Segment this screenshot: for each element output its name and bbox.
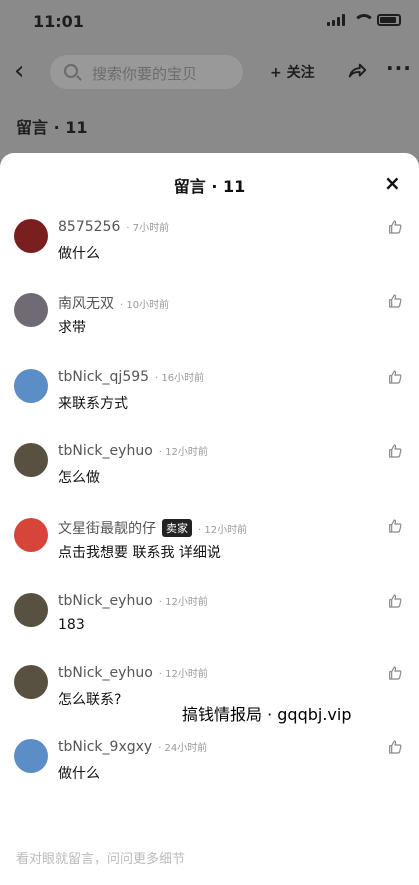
- comment-item[interactable]: tbNick_9xgxy · 24小时前做什么: [0, 739, 419, 809]
- comment-item[interactable]: 文星街最靓的仔 卖家 · 12小时前点击我想要 联系我 详细说: [0, 518, 419, 588]
- back-arrow-icon[interactable]: ‹: [14, 58, 24, 84]
- comment-item[interactable]: tbNick_eyhuo · 12小时前 183: [0, 593, 419, 663]
- avatar[interactable]: [14, 665, 48, 699]
- comment-time: · 7小时前: [126, 223, 170, 234]
- comment-text: 怎么做: [58, 470, 100, 486]
- like-icon[interactable]: [387, 739, 403, 755]
- comment-time: · 16小时前: [155, 373, 205, 384]
- comment-author[interactable]: tbNick_eyhuo · 12小时前: [58, 665, 208, 681]
- comment-time: · 12小时前: [198, 525, 248, 536]
- status-time: 11:01: [33, 12, 84, 31]
- seller-badge: 卖家: [162, 519, 192, 537]
- comment-item[interactable]: 南风无双 · 10小时前求带: [0, 293, 419, 363]
- avatar[interactable]: [14, 369, 48, 403]
- comment-item[interactable]: 8575256 · 7小时前做什么: [0, 219, 419, 289]
- like-icon[interactable]: [387, 369, 403, 385]
- comment-text: 做什么: [58, 246, 100, 262]
- comment-author[interactable]: 8575256 · 7小时前: [58, 219, 169, 235]
- comment-author[interactable]: tbNick_eyhuo · 12小时前: [58, 593, 208, 609]
- author-name[interactable]: 南风无双: [58, 296, 114, 312]
- comment-time: · 24小时前: [158, 743, 208, 754]
- wifi-icon: [353, 14, 375, 26]
- author-name[interactable]: 文星街最靓的仔: [58, 521, 156, 537]
- avatar[interactable]: [14, 518, 48, 552]
- comment-time: · 12小时前: [158, 447, 208, 458]
- comment-item[interactable]: tbNick_eyhuo · 12小时前怎么做: [0, 443, 419, 513]
- like-icon[interactable]: [387, 293, 403, 309]
- sheet-title: 留言 · 11: [173, 177, 246, 196]
- avatar[interactable]: [14, 593, 48, 627]
- status-icons: [327, 14, 401, 26]
- comment-time: · 12小时前: [158, 597, 208, 608]
- battery-icon: [377, 14, 401, 26]
- author-name[interactable]: tbNick_qj595: [58, 369, 149, 385]
- comment-item[interactable]: tbNick_qj595 · 16小时前来联系方式: [0, 369, 419, 439]
- comments-sheet: 留言 · 11 × 8575256 · 7小时前 做什么 南风无双 · 10小时前 求带 t…: [0, 153, 419, 885]
- comment-input[interactable]: 看对眼就留言，问问更多细节: [16, 848, 185, 867]
- avatar[interactable]: [14, 443, 48, 477]
- like-icon[interactable]: [387, 443, 403, 459]
- share-icon[interactable]: [346, 60, 368, 82]
- follow-button[interactable]: + 关注: [270, 62, 315, 82]
- comment-author[interactable]: tbNick_qj595 · 16小时前: [58, 369, 204, 385]
- navbar: ‹ 搜索你要的宝贝 + 关注 ···: [0, 52, 419, 92]
- watermark: 搞钱情报局 · gqqbj.vip: [178, 699, 356, 727]
- status-bar: 11:01: [0, 0, 419, 46]
- comment-time: · 10小时前: [120, 300, 170, 311]
- search-placeholder: 搜索你要的宝贝: [92, 65, 198, 83]
- comment-author[interactable]: tbNick_eyhuo · 12小时前: [58, 443, 208, 459]
- author-name[interactable]: tbNick_9xgxy: [58, 739, 152, 755]
- like-icon[interactable]: [387, 518, 403, 534]
- like-icon[interactable]: [387, 593, 403, 609]
- comment-time: · 12小时前: [158, 669, 208, 680]
- author-name[interactable]: tbNick_eyhuo: [58, 593, 153, 609]
- comment-text: 来联系方式: [58, 396, 128, 412]
- comment-author[interactable]: 文星街最靓的仔 卖家 · 12小时前: [58, 518, 247, 538]
- comment-text: 怎么联系?: [58, 692, 122, 708]
- comment-author[interactable]: 南风无双 · 10小时前: [58, 293, 169, 313]
- search-bar[interactable]: 搜索你要的宝贝: [50, 55, 243, 89]
- signal-icon: [327, 14, 345, 26]
- author-name[interactable]: tbNick_eyhuo: [58, 665, 153, 681]
- comment-author[interactable]: tbNick_9xgxy · 24小时前: [58, 739, 207, 755]
- author-name[interactable]: 8575256: [58, 219, 120, 235]
- author-name[interactable]: tbNick_eyhuo: [58, 443, 153, 459]
- like-icon[interactable]: [387, 665, 403, 681]
- more-icon[interactable]: ···: [386, 56, 412, 80]
- comment-text: 做什么: [58, 766, 100, 782]
- like-icon[interactable]: [387, 219, 403, 235]
- comment-text: 求带: [58, 320, 86, 336]
- comment-text: 183: [58, 617, 85, 633]
- avatar[interactable]: [14, 293, 48, 327]
- background-title: 留言 · 11: [16, 118, 88, 137]
- avatar[interactable]: [14, 219, 48, 253]
- avatar[interactable]: [14, 739, 48, 773]
- comment-text: 点击我想要 联系我 详细说: [58, 545, 221, 561]
- search-icon: [64, 64, 78, 78]
- close-button[interactable]: ×: [384, 171, 401, 195]
